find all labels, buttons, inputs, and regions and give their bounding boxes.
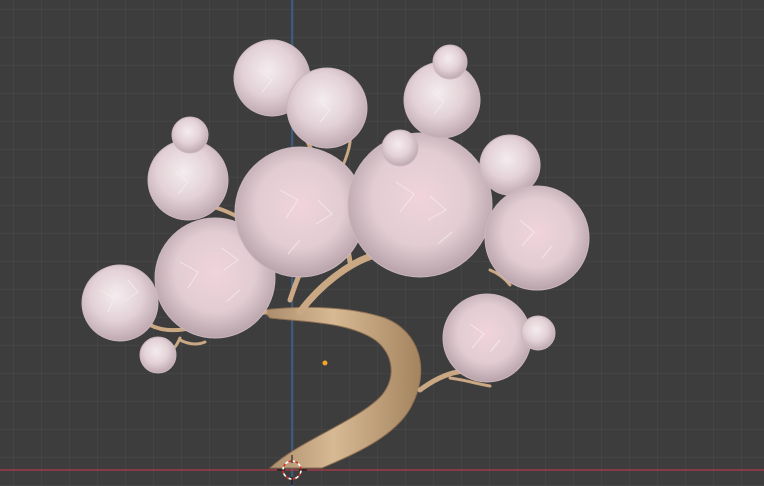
object-origin-point[interactable] <box>321 359 329 367</box>
3d-viewport[interactable] <box>0 0 764 486</box>
viewport-canvas[interactable] <box>0 0 764 486</box>
